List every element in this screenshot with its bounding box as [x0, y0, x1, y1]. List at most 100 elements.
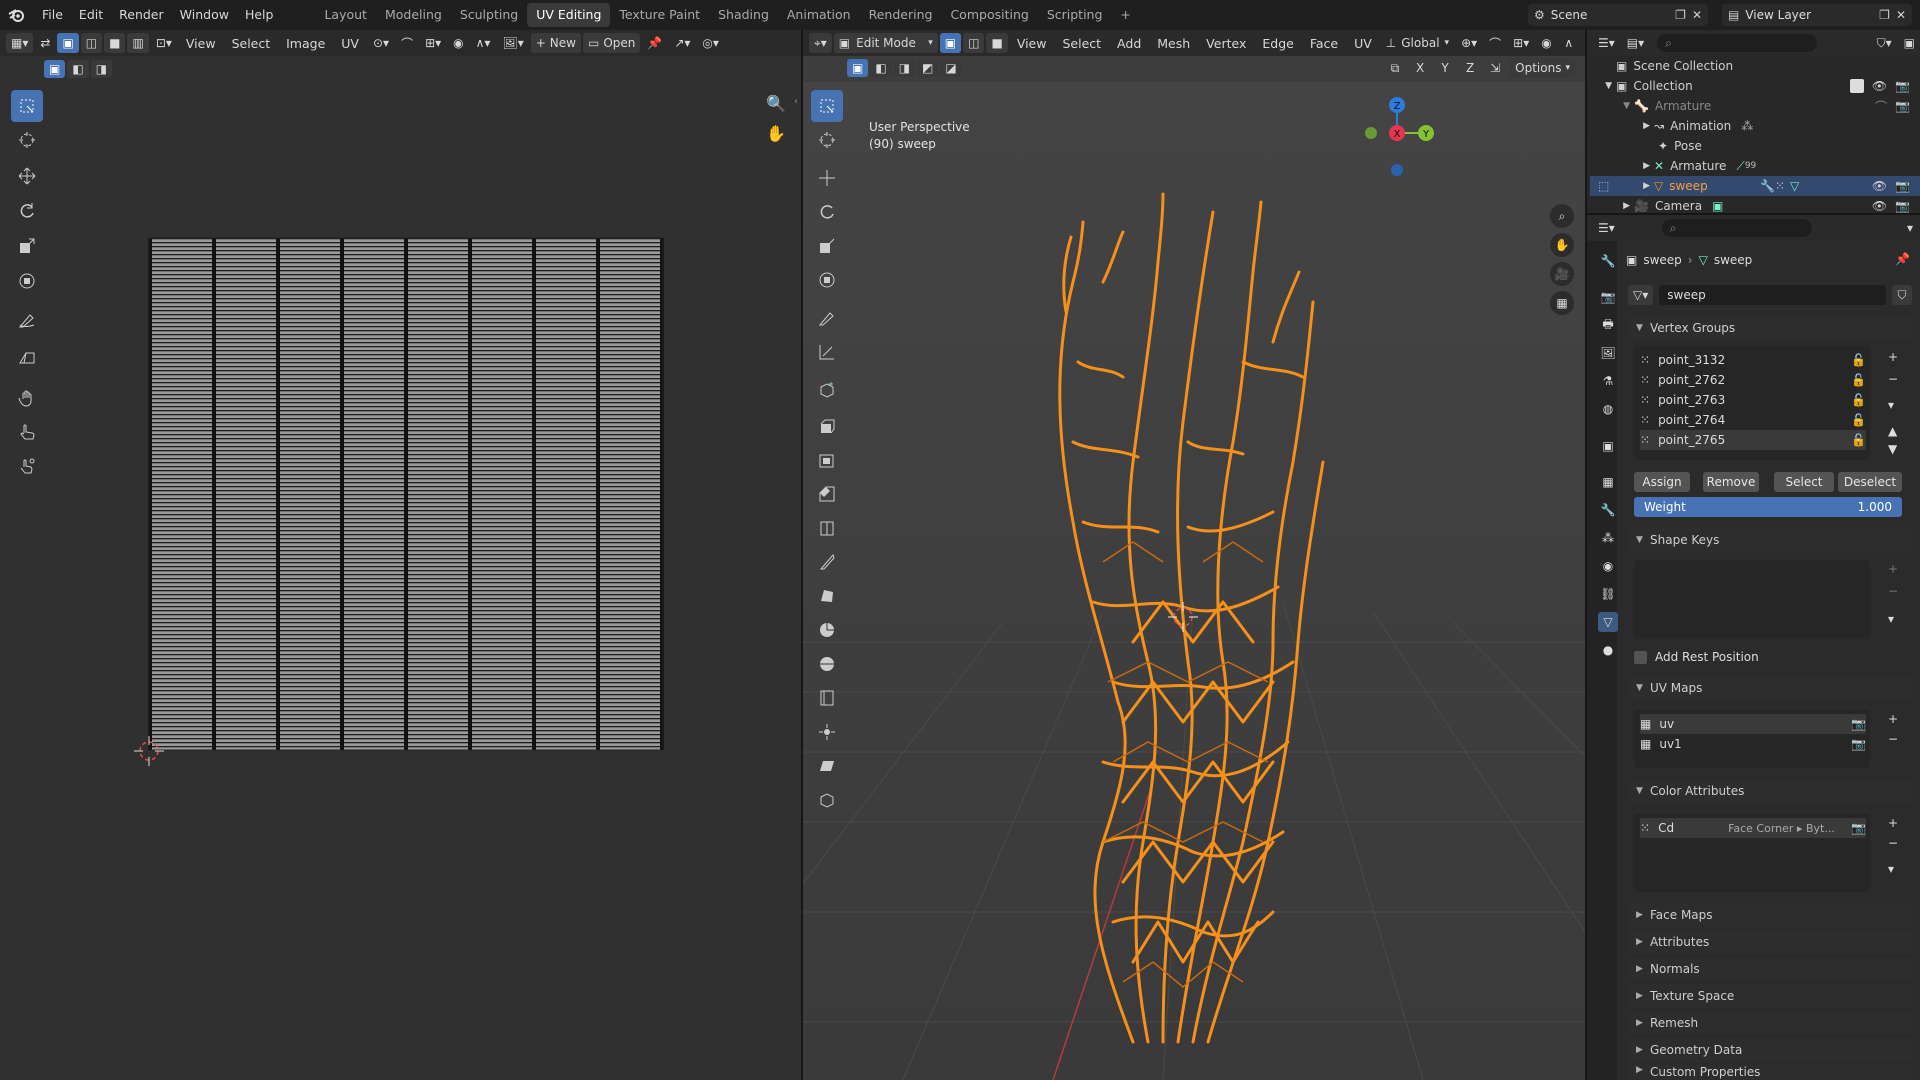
- menu-window[interactable]: Window: [172, 0, 237, 30]
- color-attributes-panel-header[interactable]: ▼ Color Attributes: [1628, 779, 1912, 803]
- add-color-attribute-icon[interactable]: +: [1888, 816, 1898, 830]
- select-box-tool-icon[interactable]: [811, 90, 843, 122]
- remove-color-attribute-icon[interactable]: −: [1888, 836, 1898, 850]
- display-mode-button[interactable]: ▤▾: [1622, 33, 1649, 53]
- gizmo-neg-z-axis[interactable]: [1391, 164, 1403, 176]
- move-group-down-icon[interactable]: ▼: [1888, 442, 1897, 456]
- camera-view-icon[interactable]: 🎥: [1550, 262, 1574, 286]
- tab-rendering[interactable]: Rendering: [860, 3, 942, 27]
- view-layer-selector[interactable]: ▤ View Layer ❐ ✕: [1722, 4, 1912, 26]
- scale-tool-icon[interactable]: [811, 230, 843, 262]
- color-attributes-list[interactable]: ⁙ Cd Face Corner ▸ Byt... 📷: [1634, 814, 1870, 892]
- remesh-panel-header[interactable]: ▶ Remesh: [1628, 1011, 1912, 1035]
- viewport-menu-select[interactable]: Select: [1055, 36, 1108, 51]
- menu-file[interactable]: File: [34, 0, 71, 30]
- weight-slider[interactable]: Weight 1.000: [1634, 497, 1902, 517]
- collection-checkbox[interactable]: [1849, 79, 1864, 93]
- outliner-row-sweep[interactable]: ⬚ ▶ ▽ sweep 🔧 ⁙ ▽ 👁 📷: [1590, 176, 1920, 196]
- uv-maps-list[interactable]: ▦ uv 📷 ▦ uv1 📷: [1634, 710, 1870, 768]
- viewport-menu-uv[interactable]: UV: [1347, 36, 1379, 51]
- new-view-layer-icon[interactable]: ❐: [1879, 8, 1890, 22]
- pin-properties-icon[interactable]: 📌: [1895, 252, 1910, 266]
- add-rest-position-checkbox[interactable]: [1634, 650, 1647, 664]
- mesh-name-field[interactable]: sweep: [1659, 285, 1886, 305]
- uv-map-render-icon[interactable]: 📷: [1851, 717, 1866, 731]
- face-maps-panel-header[interactable]: ▶ Face Maps: [1628, 903, 1912, 927]
- custom-properties-panel-header[interactable]: ▶ Custom Properties: [1628, 1065, 1912, 1080]
- outliner-editor-type-button[interactable]: ☰▾: [1593, 33, 1620, 53]
- collection-render-icon[interactable]: 📷: [1895, 79, 1910, 93]
- pan-hand-icon[interactable]: ✋: [766, 124, 786, 143]
- camera-visibility-icon[interactable]: 👁: [1872, 199, 1887, 213]
- vertex-group-row[interactable]: ⁙ point_2763 🔓: [1640, 390, 1866, 410]
- mesh-browse-button[interactable]: ▽▾: [1628, 285, 1654, 305]
- add-vertex-group-icon[interactable]: +: [1888, 350, 1898, 364]
- face-select-icon[interactable]: ■: [986, 33, 1008, 53]
- vertex-group-row[interactable]: ⁙ point_2762 🔓: [1640, 370, 1866, 390]
- viewport-subtract-selection-button[interactable]: ◨: [893, 59, 916, 77]
- object-tab-icon[interactable]: ▦: [1598, 472, 1618, 492]
- color-attribute-row[interactable]: ⁙ Cd Face Corner ▸ Byt... 📷: [1640, 818, 1866, 838]
- spin-tool-icon[interactable]: [811, 614, 843, 646]
- cursor-tool-icon[interactable]: [811, 124, 843, 156]
- smooth-tool-icon[interactable]: [811, 648, 843, 680]
- transform-orientation-selector[interactable]: ⊥ Global ▾: [1381, 33, 1454, 53]
- edge-slide-tool-icon[interactable]: [811, 682, 843, 714]
- outliner-row-scene-collection[interactable]: ▣ Scene Collection: [1590, 56, 1920, 76]
- texture-space-panel-header[interactable]: ▶ Texture Space: [1628, 984, 1912, 1008]
- color-attribute-render-icon[interactable]: 📷: [1851, 821, 1866, 835]
- mesh-data-tab-icon[interactable]: ▽: [1598, 612, 1618, 632]
- blender-logo-icon[interactable]: [0, 7, 34, 23]
- vertex-group-row[interactable]: ⁙ point_3132 🔓: [1640, 350, 1866, 370]
- camera-render-icon[interactable]: 📷: [1895, 199, 1910, 213]
- annotate-tool-icon[interactable]: [811, 302, 843, 334]
- inset-tool-icon[interactable]: [811, 444, 843, 476]
- outliner-row-pose[interactable]: ✦ Pose: [1590, 136, 1920, 156]
- vertex-group-lock-icon[interactable]: 🔓: [1851, 353, 1866, 367]
- vertex-select-icon[interactable]: ▣: [939, 33, 962, 53]
- move-group-up-icon[interactable]: ▲: [1888, 424, 1897, 438]
- view-layer-tab-icon[interactable]: 🖼: [1598, 343, 1618, 363]
- breadcrumb-object[interactable]: sweep: [1643, 253, 1681, 267]
- measure-tool-icon[interactable]: [811, 336, 843, 368]
- add-cube-tool-icon[interactable]: [811, 374, 843, 406]
- vertex-group-lock-icon[interactable]: 🔓: [1851, 413, 1866, 427]
- shape-keys-list[interactable]: [1634, 560, 1870, 638]
- tab-compositing[interactable]: Compositing: [941, 3, 1037, 27]
- physics-tab-icon[interactable]: ◉: [1598, 556, 1618, 576]
- normals-panel-header[interactable]: ▶ Normals: [1628, 957, 1912, 981]
- tab-layout[interactable]: Layout: [315, 3, 376, 27]
- add-workspace-button[interactable]: +: [1111, 3, 1139, 27]
- outliner-row-armature-object[interactable]: ▼ 🦴 Armature ⌒ 📷: [1590, 96, 1920, 116]
- add-rest-position-option[interactable]: Add Rest Position: [1634, 648, 1759, 666]
- vertex-group-lock-icon[interactable]: 🔓: [1851, 373, 1866, 387]
- world-tab-icon[interactable]: ◍: [1598, 399, 1618, 419]
- proportional-icon[interactable]: ◉: [1536, 33, 1556, 53]
- vertex-group-lock-icon[interactable]: 🔓: [1851, 393, 1866, 407]
- knife-tool-icon[interactable]: [811, 546, 843, 578]
- outliner-row-camera[interactable]: ▶ 🎥 Camera ▣ 👁 📷: [1590, 196, 1920, 216]
- geometry-data-panel-header[interactable]: ▶ Geometry Data: [1628, 1038, 1912, 1062]
- uv-maps-panel-header[interactable]: ▼ UV Maps: [1628, 676, 1912, 700]
- gizmo-neg-y-axis[interactable]: [1365, 127, 1377, 139]
- outliner-row-armature-data[interactable]: ▶ ✕ Armature ⟋ 99: [1590, 156, 1920, 176]
- add-shape-key-icon[interactable]: +: [1888, 562, 1898, 576]
- viewport-editor-type-button[interactable]: ⌖▾: [809, 33, 832, 53]
- auto-merge-icon[interactable]: ⇲: [1485, 58, 1505, 78]
- rotate-tool-icon[interactable]: [811, 196, 843, 228]
- uv-map-row-active[interactable]: ▦ uv 📷: [1640, 714, 1866, 734]
- armature-render-icon[interactable]: 📷: [1895, 99, 1910, 113]
- scene-selector[interactable]: ⚙ Scene ❐ ✕: [1528, 4, 1708, 26]
- tab-shading[interactable]: Shading: [709, 3, 778, 27]
- viewport-canvas[interactable]: [803, 82, 1585, 1080]
- zoom-icon[interactable]: 🔍: [766, 94, 786, 113]
- loop-cut-tool-icon[interactable]: [811, 512, 843, 544]
- tool-tab-icon[interactable]: 🔧: [1598, 251, 1618, 271]
- transform-tool-icon[interactable]: [811, 264, 843, 296]
- scene-tab-icon[interactable]: ⚗: [1598, 371, 1618, 391]
- proportional-falloff-icon[interactable]: ∧: [1559, 33, 1579, 53]
- outliner-search-input[interactable]: ⌕: [1657, 34, 1818, 52]
- menu-render[interactable]: Render: [111, 0, 172, 30]
- attributes-panel-header[interactable]: ▶ Attributes: [1628, 930, 1912, 954]
- vertex-groups-list[interactable]: ⁙ point_3132 🔓 ⁙ point_2762 🔓 ⁙ point_2763 🔓 ⁙…: [1634, 346, 1870, 460]
